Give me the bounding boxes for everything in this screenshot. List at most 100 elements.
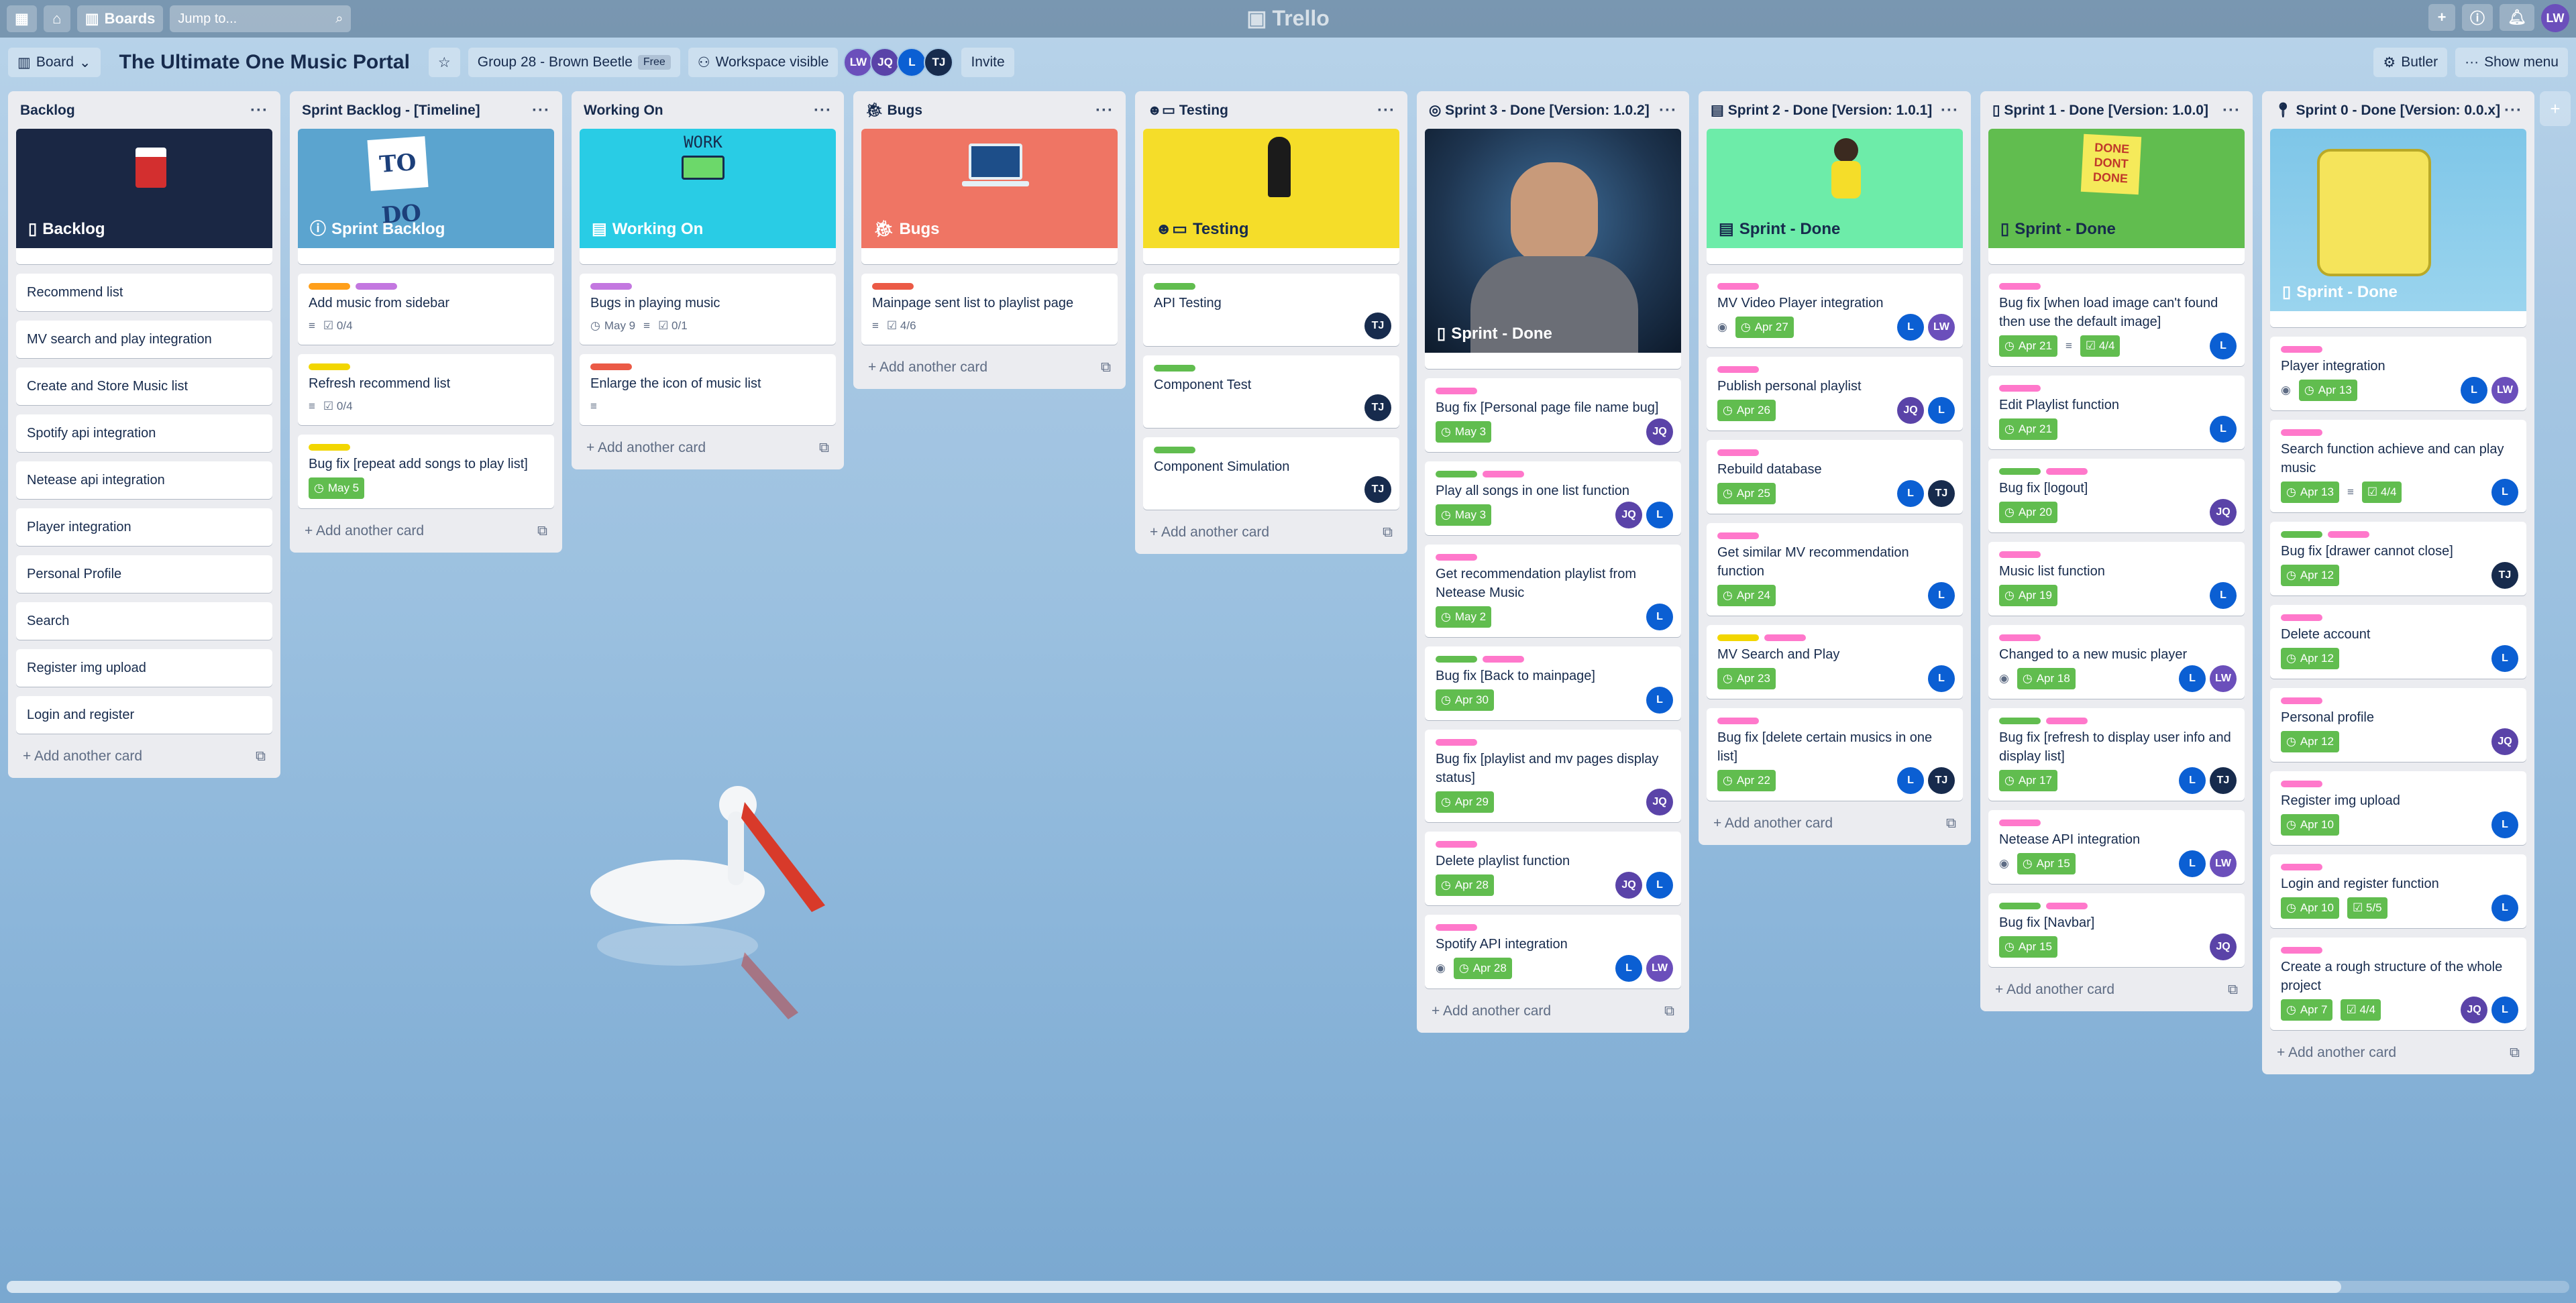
cover-card[interactable]: ▯ Sprint - Done [2270,129,2526,327]
show-menu-button[interactable]: ··· Show menu [2455,48,2568,77]
label-green[interactable] [1999,718,2041,724]
member-avatar[interactable]: L [1897,314,1924,341]
label-pink[interactable] [1717,283,1759,290]
label-yellow[interactable] [309,363,350,370]
member-avatar[interactable]: JQ [1615,872,1642,899]
template-icon[interactable]: ⧉ [2228,982,2238,998]
cover-card[interactable]: 🐞︎ Bugs [861,129,1118,264]
invite-button[interactable]: Invite [961,48,1014,77]
label-pink[interactable] [1999,819,2041,826]
member-avatar[interactable]: L [897,48,927,77]
member-avatar[interactable]: L [2179,850,2206,877]
due-date-badge[interactable]: ◷ Apr 10 [2281,897,2339,919]
due-date-badge[interactable]: ◷ Apr 15 [1999,936,2057,958]
label-pink[interactable] [2328,531,2369,538]
label-pink[interactable] [1717,449,1759,456]
due-date-badge[interactable]: ◷ Apr 24 [1717,585,1776,606]
due-date-badge[interactable]: ◷ Apr 12 [2281,565,2339,586]
due-date-badge[interactable]: ◷ Apr 18 [2017,668,2076,689]
board-view-switcher[interactable]: ▥ Board ⌄ [8,48,101,77]
add-card-button[interactable]: + Add another card ⧉ [1425,998,1681,1025]
label-orange[interactable] [309,283,350,290]
card[interactable]: Component Test TJ [1143,355,1399,428]
card[interactable]: Bug fix [Navbar] ◷ Apr 15 JQ [1988,893,2245,967]
member-avatar[interactable]: JQ [2491,728,2518,755]
label-green[interactable] [1154,365,1195,372]
label-pink[interactable] [1436,739,1477,746]
due-date-badge[interactable]: ◷ May 2 [1436,606,1492,628]
list-menu-icon[interactable]: ··· [1659,101,1677,121]
member-avatar[interactable]: L [2179,665,2206,692]
workspace-button[interactable]: Group 28 - Brown Beetle Free [468,48,680,77]
member-avatar[interactable]: LW [1646,955,1673,982]
member-avatar[interactable]: L [1646,872,1673,899]
card[interactable]: Get recommendation playlist from Netease… [1425,545,1681,637]
card[interactable]: Personal profile ◷ Apr 12 JQ [2270,688,2526,762]
member-avatar[interactable]: TJ [2491,562,2518,589]
member-avatar[interactable]: L [2491,811,2518,838]
due-date-badge[interactable]: ◷ Apr 12 [2281,648,2339,669]
user-avatar[interactable]: LW [2541,4,2569,32]
member-avatar[interactable]: L [2179,767,2206,794]
add-card-button[interactable]: + Add another card ⧉ [861,354,1118,381]
member-avatar[interactable]: L [1646,502,1673,528]
card[interactable]: Player integration [16,508,272,546]
card[interactable]: Bugs in playing music ◷ May 9 ≡ ☑ 0/1 [580,274,836,345]
label-pink[interactable] [1999,283,2041,290]
due-date-badge[interactable]: ◷ Apr 27 [1735,317,1794,338]
card[interactable]: Music list function ◷ Apr 19 L [1988,542,2245,616]
list-title[interactable]: Backlog [20,101,75,121]
list-title-wrap[interactable]: ☻▭ Testing [1147,101,1228,121]
add-card-button[interactable]: + Add another card ⧉ [1143,519,1399,546]
list-title-wrap[interactable]: 🐞︎ Bugs [865,101,922,121]
due-date-badge[interactable]: ◷ Apr 30 [1436,689,1494,711]
card[interactable]: Publish personal playlist ◷ Apr 26 JQ L [1707,357,1963,431]
card[interactable]: Changed to a new music player ◉ ◷ Apr 18 L… [1988,625,2245,699]
label-pink[interactable] [1436,388,1477,394]
due-date-badge[interactable]: ◷ Apr 20 [1999,502,2057,523]
card[interactable]: Delete account ◷ Apr 12 L [2270,605,2526,679]
card[interactable]: Login and register [16,696,272,734]
due-date-badge[interactable]: ◷ May 5 [309,477,365,499]
create-button[interactable]: + [2428,4,2456,31]
visibility-button[interactable]: ⚇ Workspace visible [688,48,839,77]
card[interactable]: Register img upload ◷ Apr 10 L [2270,771,2526,845]
card[interactable]: Get similar MV recommendation function ◷… [1707,523,1963,616]
label-pink[interactable] [1999,385,2041,392]
notifications-button[interactable]: 🔔︎ [2500,4,2534,31]
label-yellow[interactable] [1717,634,1759,641]
template-icon[interactable]: ⧉ [1101,359,1111,376]
label-pink[interactable] [1764,634,1806,641]
label-pink[interactable] [1436,554,1477,561]
template-icon[interactable]: ⧉ [2510,1045,2520,1061]
label-green[interactable] [1999,903,2041,909]
member-avatar[interactable]: JQ [870,48,900,77]
card[interactable]: MV Search and Play ◷ Apr 23 L [1707,625,1963,699]
label-pink[interactable] [2281,429,2322,436]
member-avatar[interactable]: L [2210,333,2237,359]
card[interactable]: Bug fix [Back to mainpage] ◷ Apr 30 L [1425,646,1681,720]
card[interactable]: Bug fix [Personal page file name bug] ◷ M… [1425,378,1681,452]
boards-button[interactable]: ▥ Boards [76,5,164,32]
member-avatar[interactable]: L [1615,955,1642,982]
label-pink[interactable] [1483,471,1524,477]
list-menu-icon[interactable]: ··· [532,101,550,121]
card[interactable]: Netease api integration [16,461,272,499]
member-avatar[interactable]: JQ [1615,502,1642,528]
member-avatar[interactable]: L [1928,665,1955,692]
template-icon[interactable]: ⧉ [1383,524,1393,541]
card[interactable]: Search [16,602,272,640]
board-title[interactable]: The Ultimate One Music Portal [109,51,421,74]
card[interactable]: Player integration ◉ ◷ Apr 13 L LW [2270,337,2526,410]
member-avatar[interactable]: TJ [1364,476,1391,503]
card[interactable]: Search function achieve and can play mus… [2270,420,2526,512]
template-icon[interactable]: ⧉ [1664,1003,1674,1019]
label-pink[interactable] [2281,346,2322,353]
member-avatar[interactable]: LW [2210,665,2237,692]
card[interactable]: Bug fix [refresh to display user info an… [1988,708,2245,801]
member-avatar[interactable]: JQ [1646,789,1673,815]
member-avatar[interactable]: JQ [2210,499,2237,526]
member-avatar[interactable]: LW [2491,377,2518,404]
card[interactable]: Bug fix [delete certain musics in one li… [1707,708,1963,801]
cover-card[interactable]: ▤ Sprint - Done [1707,129,1963,264]
